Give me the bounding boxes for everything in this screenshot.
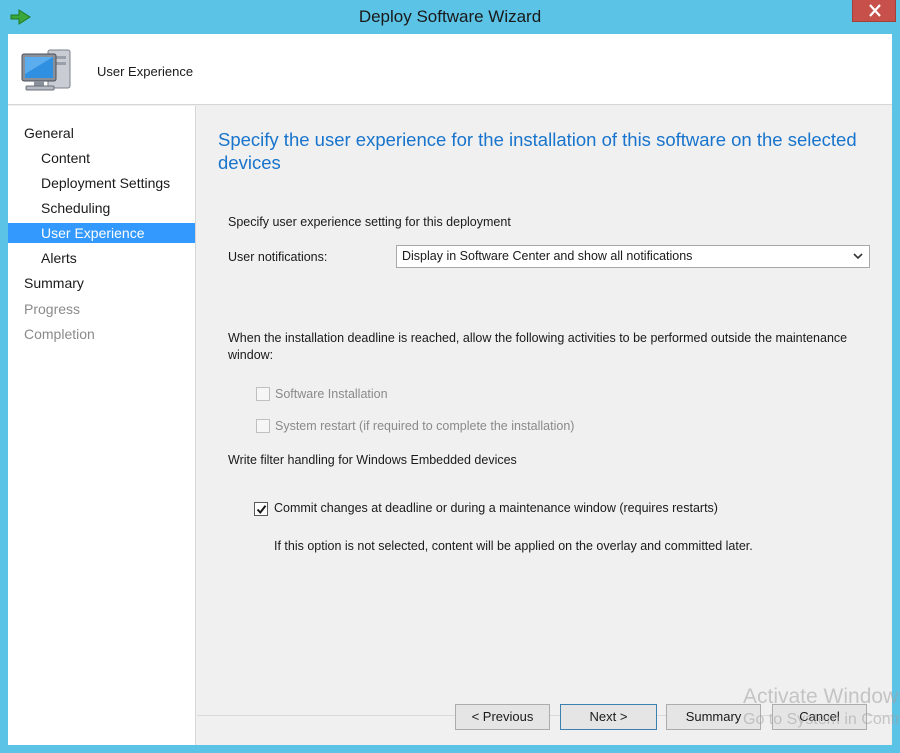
close-button[interactable] (852, 0, 896, 22)
commit-changes-label[interactable]: Commit changes at deadline or during a m… (274, 501, 718, 515)
summary-button[interactable]: Summary (666, 704, 761, 730)
previous-button[interactable]: < Previous (455, 704, 550, 730)
nav-item-general[interactable]: General (8, 123, 195, 143)
nav-item-alerts[interactable]: Alerts (8, 248, 195, 268)
software-installation-label: Software Installation (275, 387, 388, 401)
nav-item-user-experience[interactable]: User Experience (8, 223, 195, 243)
section-label: Specify user experience setting for this… (228, 215, 511, 229)
next-button[interactable]: Next > (560, 704, 657, 730)
cancel-button[interactable]: Cancel (772, 704, 867, 730)
user-notifications-label: User notifications: (228, 250, 328, 264)
commit-note: If this option is not selected, content … (274, 539, 753, 553)
window-title: Deploy Software Wizard (358, 7, 542, 26)
nav-item-completion: Completion (24, 326, 95, 342)
user-notifications-dropdown[interactable]: Display in Software Center and show all … (396, 245, 870, 268)
banner-title: User Experience (97, 64, 194, 79)
write-filter-label: Write filter handling for Windows Embedd… (228, 453, 517, 467)
software-installation-checkbox (256, 387, 270, 401)
user-notifications-value: Display in Software Center and show all … (402, 249, 693, 263)
deadline-description: When the installation deadline is reache… (228, 331, 848, 362)
nav-item-progress: Progress (24, 301, 81, 317)
wizard-client-area: User Experience General Content Deployme… (8, 34, 892, 745)
checkmark-icon (256, 505, 267, 515)
wizard-page-content: Specify the user experience for the inst… (197, 106, 892, 745)
close-icon (869, 4, 881, 17)
title-bar[interactable]: Deploy Software Wizard (0, 0, 900, 34)
nav-item-summary[interactable]: Summary (8, 273, 195, 293)
commit-changes-checkbox[interactable] (254, 502, 268, 516)
wizard-navigation: General Content Deployment Settings Sche… (8, 106, 196, 745)
computer-icon (21, 49, 71, 91)
system-restart-checkbox (256, 419, 270, 433)
nav-item-content[interactable]: Content (8, 148, 195, 168)
system-restart-label: System restart (if required to complete … (275, 419, 575, 433)
nav-item-deployment-settings[interactable]: Deployment Settings (8, 173, 195, 193)
page-heading: Specify the user experience for the inst… (218, 129, 857, 173)
wizard-banner: User Experience (8, 34, 892, 105)
chevron-down-icon (853, 253, 863, 260)
nav-item-scheduling[interactable]: Scheduling (8, 198, 195, 218)
